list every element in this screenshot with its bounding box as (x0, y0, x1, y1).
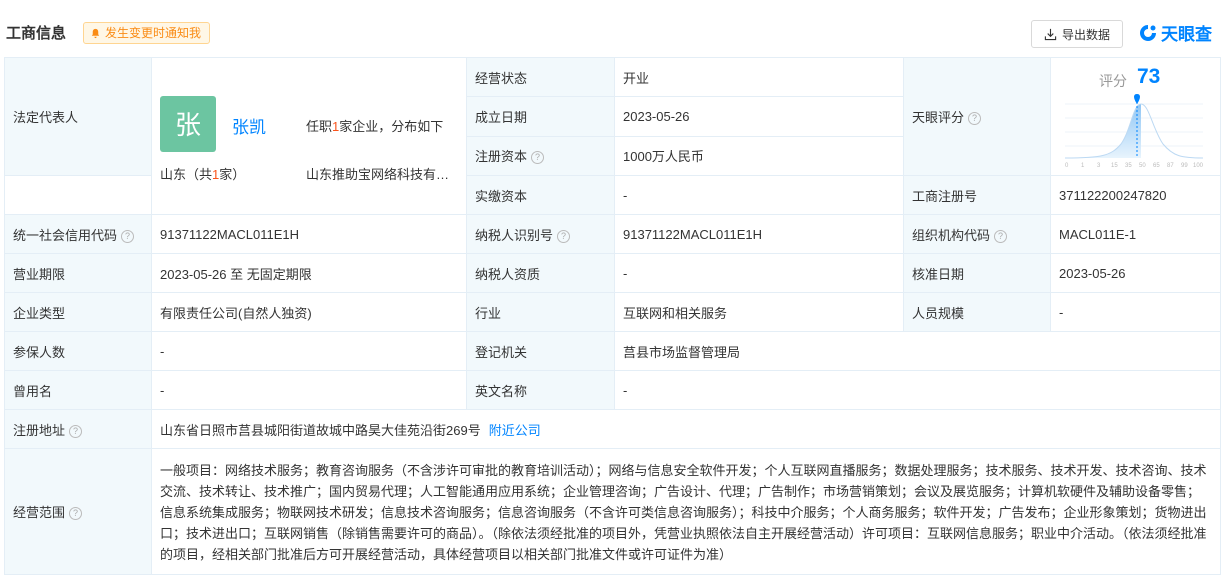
axis-tick: 100 (1193, 163, 1204, 169)
company-type-value: 有限责任公司(自然人独资) (151, 292, 467, 332)
credit-code-label-cell: 统一社会信用代码? (4, 214, 152, 254)
address-label: 注册地址 (13, 422, 66, 438)
avatar[interactable]: 张 (160, 95, 216, 152)
legal-rep-label: 法定代表人 (4, 57, 152, 176)
help-icon[interactable]: ? (531, 151, 545, 165)
approve-date-label: 核准日期 (903, 253, 1051, 293)
axis-tick: 0 (1065, 163, 1069, 169)
legal-rep-desc: 任职1家企业，分布如下 (306, 116, 443, 135)
help-icon[interactable]: ? (69, 424, 83, 438)
help-icon[interactable]: ? (557, 229, 571, 243)
axis-tick: 1 (1081, 163, 1085, 169)
axis-tick: 99 (1181, 163, 1188, 169)
help-icon[interactable]: ? (968, 112, 982, 125)
legal-rep-label-filler (4, 175, 152, 215)
nearby-companies-link[interactable]: 附近公司 (489, 423, 541, 438)
staff-size-label: 人员规模 (903, 292, 1051, 332)
score-cell: 评分 73 0 1 3 15 35 50 65 87 99 100 (1050, 57, 1221, 176)
bell-icon (91, 28, 100, 38)
address-label-cell: 注册地址? (4, 409, 152, 449)
paid-capital-value: - (614, 175, 904, 215)
reg-no-value: 371122200247820 (1050, 175, 1221, 215)
credit-code-label: 统一社会信用代码 (13, 227, 118, 243)
tianyan-score-label: 天眼评分 (912, 110, 965, 125)
axis-tick: 50 (1139, 163, 1146, 169)
approve-date-value: 2023-05-26 (1050, 253, 1221, 293)
reg-no-label: 工商注册号 (903, 175, 1051, 215)
reg-capital-label: 注册资本 (475, 149, 528, 165)
legal-rep-province: 山东（共1家） (160, 164, 245, 183)
axis-tick: 3 (1097, 163, 1101, 169)
reg-authority-value: 莒县市场监督管理局 (614, 331, 1221, 371)
paid-capital-label: 实缴资本 (466, 175, 615, 215)
help-icon[interactable]: ? (121, 229, 135, 243)
page-title: 工商信息 (6, 25, 67, 42)
credit-code-value: 91371122MACL011E1H (151, 214, 467, 254)
legal-rep-name-link[interactable]: 张凯 (232, 113, 266, 138)
business-info-table: 法定代表人 张 张凯 任职1家企业，分布如下 山东（共1家） 山东推助宝网络科技… (4, 56, 1221, 575)
org-code-label: 组织机构代码 (912, 227, 991, 243)
taxpayer-id-label: 纳税人识别号 (475, 227, 554, 243)
score-distribution-chart: 0 1 3 15 35 50 65 87 99 100 (1064, 94, 1204, 169)
legal-rep-cell: 张 张凯 任职1家企业，分布如下 山东（共1家） 山东推助宝网络科技有限公司 (151, 57, 467, 215)
taxpayer-qual-label: 纳税人资质 (466, 253, 615, 293)
address-value: 山东省日照市莒县城阳街道故城中路昊大佳苑沿街269号 (160, 422, 481, 438)
notify-change-label: 发生变更时通知我 (105, 26, 202, 40)
english-name-value: - (614, 370, 1221, 410)
help-icon[interactable]: ? (69, 507, 83, 520)
export-data-button[interactable]: 导出数据 (1031, 20, 1123, 48)
help-icon[interactable]: ? (994, 229, 1008, 243)
axis-tick: 35 (1125, 163, 1132, 169)
term-value: 2023-05-26 至 无固定期限 (151, 253, 467, 293)
province-prefix: 山东（共 (160, 166, 213, 182)
reg-authority-label: 登记机关 (466, 331, 615, 371)
score-pin-icon (1134, 94, 1140, 104)
address-cell: 山东省日照市莒县城阳街道故城中路昊大佳苑沿街269号 附近公司 (151, 409, 1221, 449)
legal-rep-desc-suffix: 家企业，分布如下 (339, 118, 444, 134)
score-axis: 0 1 3 15 35 50 65 87 99 100 (1065, 163, 1204, 169)
scope-value: 一般项目：网络技术服务；教育咨询服务（不含涉许可审批的教育培训活动）；网络与信息… (151, 448, 1221, 575)
axis-tick: 15 (1111, 163, 1118, 169)
org-code-label-cell: 组织机构代码? (903, 214, 1051, 254)
scope-label-cell: 经营范围? (4, 448, 152, 575)
reg-capital-value: 1000万人民币 (614, 135, 904, 177)
insured-label: 参保人数 (4, 331, 152, 371)
header-bar: 工商信息 发生变更时通知我 导出数据 天眼查 (0, 0, 1225, 56)
english-name-label: 英文名称 (466, 370, 615, 410)
company-type-label: 企业类型 (4, 292, 152, 332)
notify-change-button[interactable]: 发生变更时通知我 (83, 22, 211, 44)
legal-rep-company-link[interactable]: 山东推助宝网络科技有限公司 (306, 164, 454, 183)
found-date-label: 成立日期 (466, 96, 615, 137)
industry-label: 行业 (466, 292, 615, 332)
industry-value: 互联网和相关服务 (614, 292, 904, 332)
scope-label: 经营范围 (13, 505, 66, 520)
found-date-value: 2023-05-26 (614, 96, 904, 137)
staff-size-value: - (1050, 292, 1221, 332)
export-data-label: 导出数据 (1061, 27, 1110, 42)
score-label: 评分 (1099, 73, 1127, 89)
province-suffix: 家） (219, 166, 246, 182)
brand-logo[interactable]: 天眼查 (1138, 20, 1212, 45)
former-name-label: 曾用名 (4, 370, 152, 410)
axis-tick: 65 (1153, 163, 1160, 169)
taxpayer-qual-value: - (614, 253, 904, 293)
download-icon (1044, 28, 1057, 40)
tianyan-score-label-cell: 天眼评分? (903, 57, 1051, 176)
legal-rep-desc-prefix: 任职 (306, 118, 333, 134)
taxpayer-id-label-cell: 纳税人识别号? (466, 214, 615, 254)
former-name-value: - (151, 370, 467, 410)
term-label: 营业期限 (4, 253, 152, 293)
score-curve-fill (1065, 104, 1141, 158)
brand-name: 天眼查 (1161, 25, 1212, 44)
reg-capital-label-cell: 注册资本? (466, 135, 615, 177)
insured-value: - (151, 331, 467, 371)
org-code-value: MACL011E-1 (1050, 214, 1221, 254)
biz-status-value: 开业 (614, 56, 904, 98)
axis-tick: 87 (1167, 163, 1174, 169)
taxpayer-id-value: 91371122MACL011E1H (614, 214, 904, 254)
tianyancha-logo-icon (1140, 24, 1156, 41)
score-value[interactable]: 73 (1137, 65, 1160, 89)
biz-status-label: 经营状态 (466, 56, 615, 98)
